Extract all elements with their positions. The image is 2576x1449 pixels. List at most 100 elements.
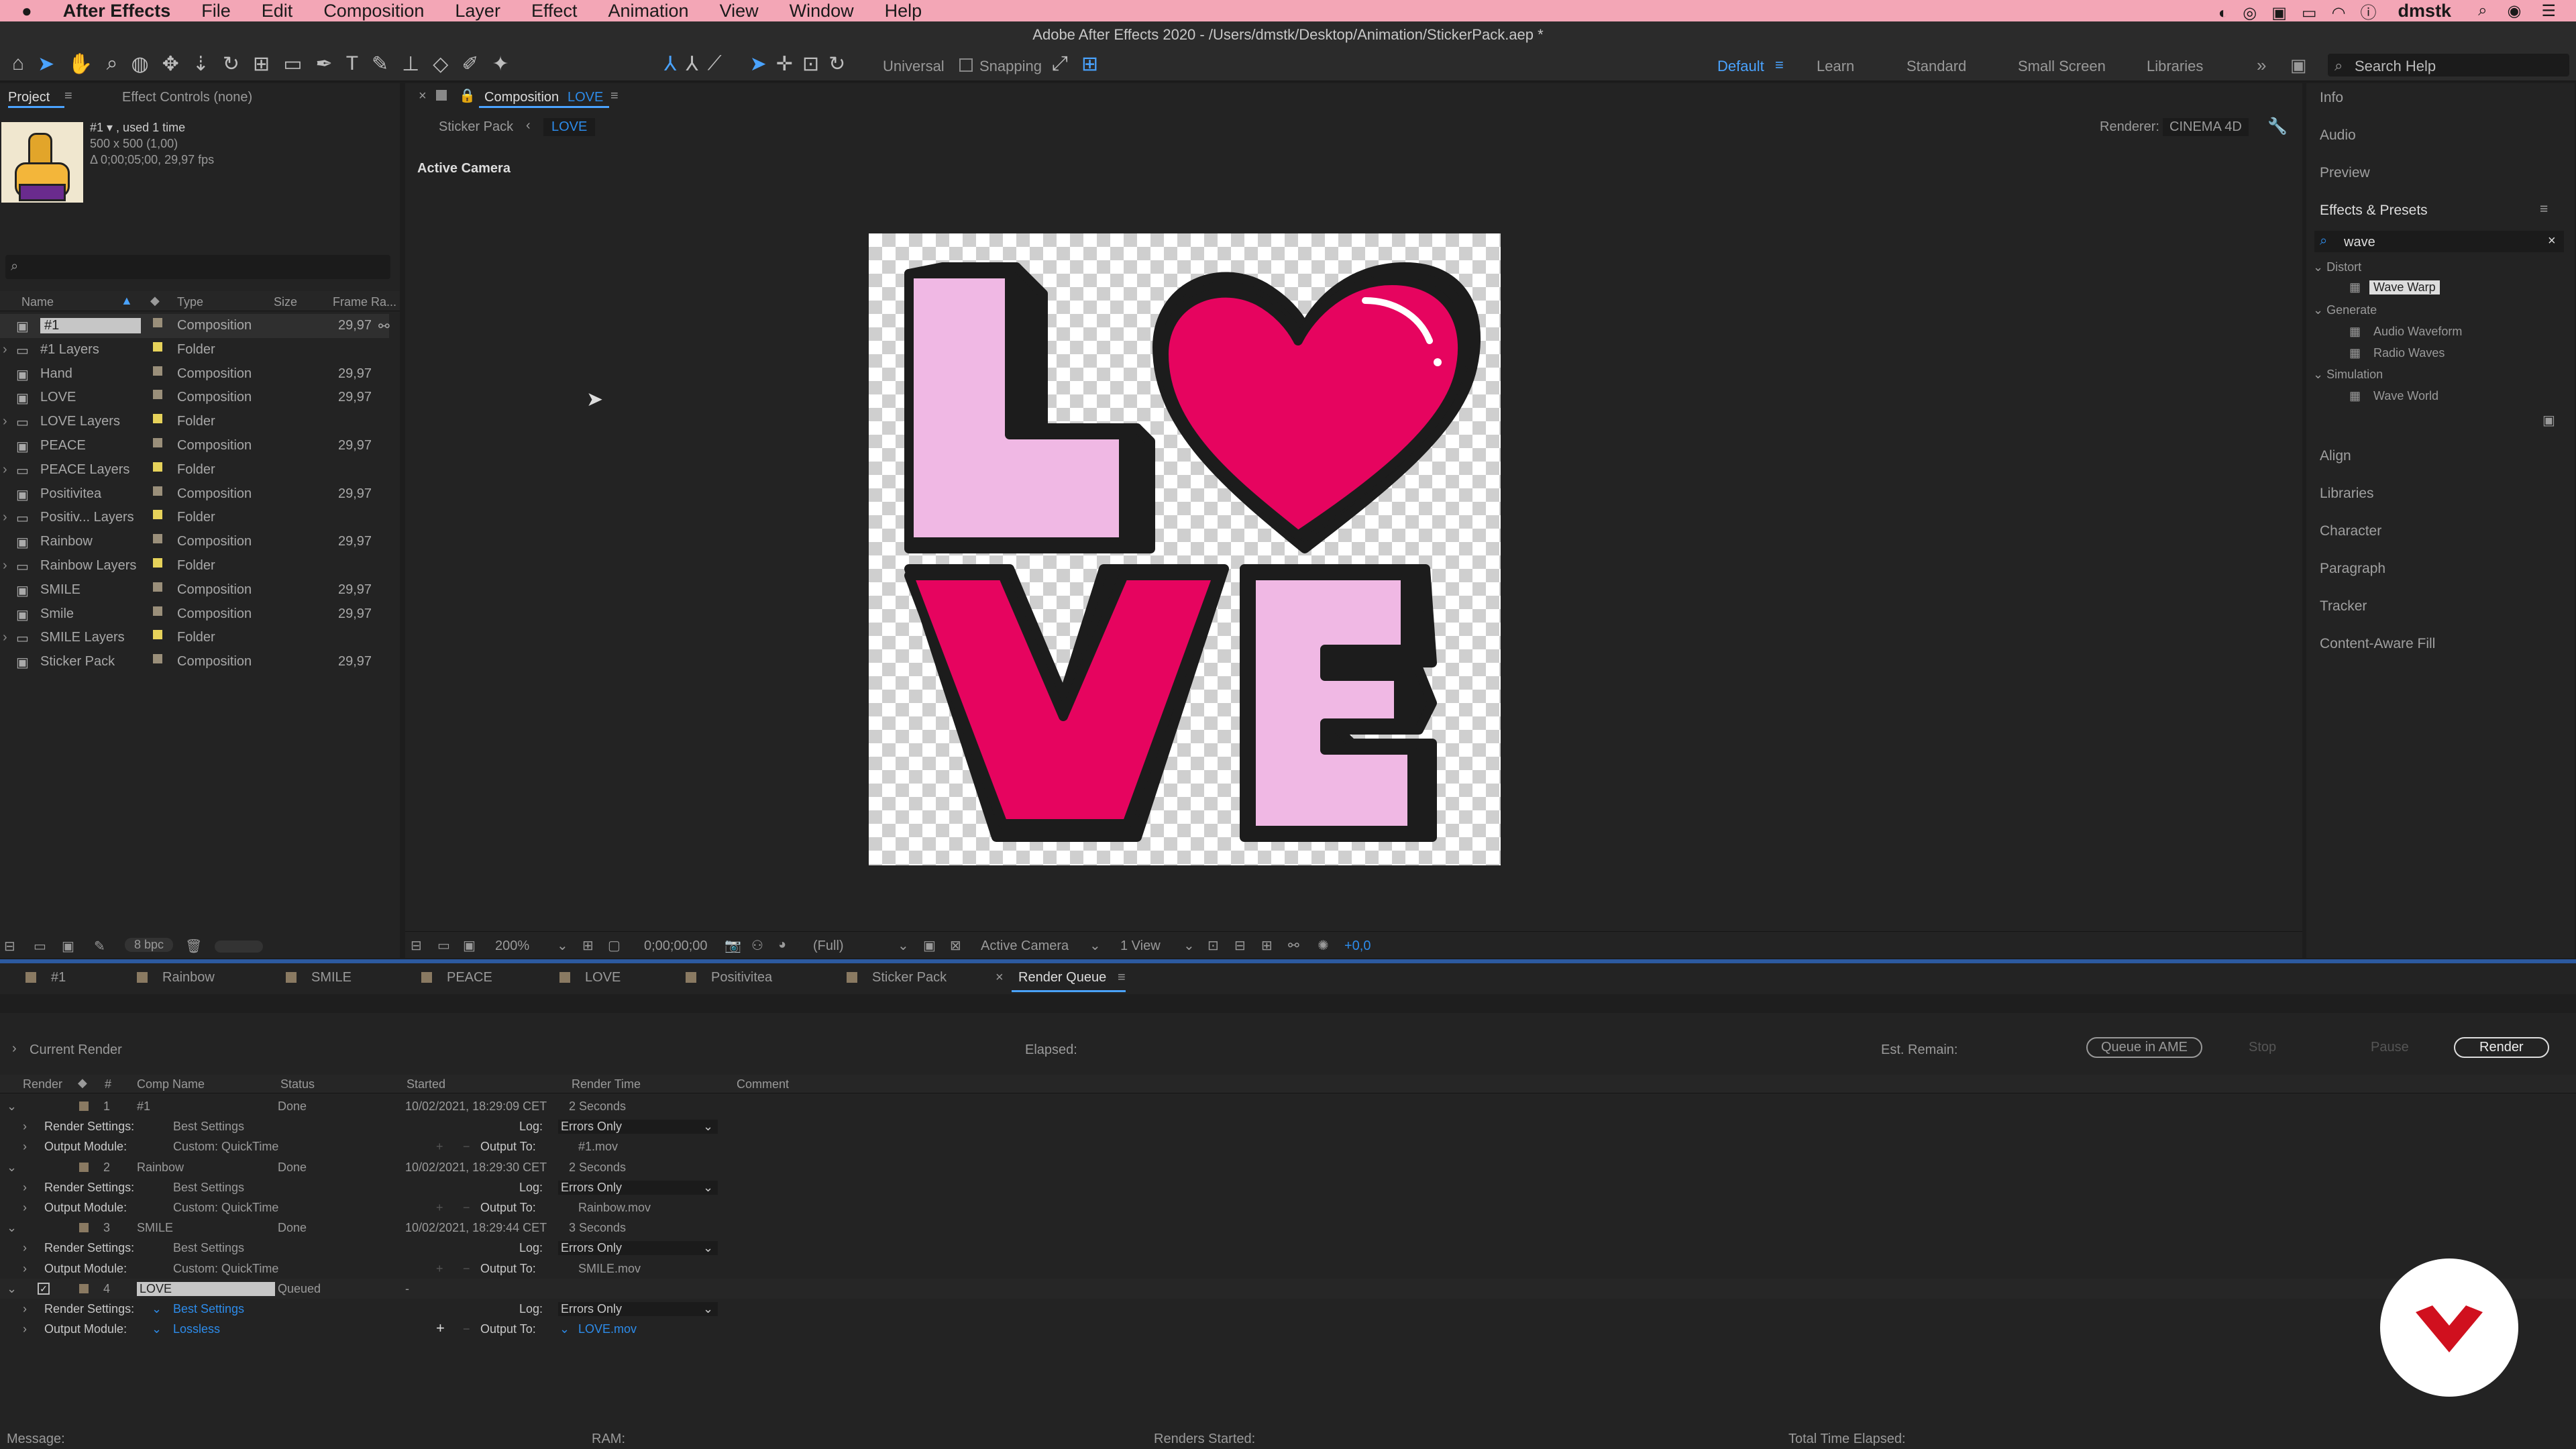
dolly-camera-icon[interactable]: ⇣ — [193, 52, 209, 76]
tab-smile[interactable]: SMILE — [311, 970, 352, 985]
pen-tool-icon[interactable]: ✒ — [316, 52, 333, 76]
chevron-right-icon[interactable]: › — [3, 510, 7, 525]
exposure-value[interactable]: +0,0 — [1344, 938, 1371, 954]
panel-paragraph[interactable]: Paragraph — [2320, 561, 2385, 577]
add-output-icon[interactable]: + — [436, 1320, 445, 1337]
timeline-icon[interactable]: ⊞ — [1261, 937, 1273, 954]
project-row[interactable]: › ▭ Rainbow Layers Folder — [0, 554, 389, 578]
panel-preview[interactable]: Preview — [2320, 165, 2370, 181]
tab-love[interactable]: LOVE — [585, 970, 621, 985]
project-row[interactable]: ▣ Rainbow Composition 29,97 — [0, 530, 389, 554]
label-swatch[interactable] — [79, 1162, 89, 1172]
expand-chevron-icon[interactable]: › — [23, 1302, 27, 1316]
pan-camera-icon[interactable]: ✥ — [162, 52, 179, 76]
flowchart-icon[interactable]: ⚯ — [378, 318, 390, 335]
snap-options-icon[interactable]: ⤢ — [1052, 52, 1068, 75]
siri-icon[interactable]: ◉ — [2508, 1, 2522, 21]
tab-render-queue[interactable]: Render Queue — [1018, 970, 1106, 985]
view-axis-icon[interactable]: ⟋ — [708, 52, 722, 76]
label-swatch[interactable] — [153, 654, 162, 664]
region-icon[interactable]: ▢ — [608, 937, 621, 954]
label-column-icon[interactable]: ◆ — [78, 1076, 87, 1090]
chevron-down-icon[interactable]: ⌄ — [703, 1181, 713, 1195]
more-workspaces-icon[interactable]: » — [2257, 55, 2266, 76]
menu-help[interactable]: Help — [885, 1, 922, 21]
new-composition-icon[interactable]: ▣ — [62, 938, 74, 955]
menu-layer[interactable]: Layer — [455, 1, 500, 21]
home-icon[interactable]: ⌂ — [12, 52, 24, 76]
output-module-value[interactable]: Lossless — [173, 1322, 220, 1336]
breadcrumb-sticker-pack[interactable]: Sticker Pack — [439, 119, 513, 135]
eraser-tool-icon[interactable]: ◇ — [433, 52, 448, 76]
world-axis-icon[interactable]: ⅄ — [686, 52, 698, 76]
log-dropdown[interactable]: Errors Only — [558, 1241, 718, 1256]
panel-info[interactable]: Info — [2320, 90, 2343, 106]
project-search-input[interactable]: ⌕ — [5, 255, 390, 279]
workspace-standard[interactable]: Standard — [1907, 58, 1966, 75]
chevron-right-icon[interactable]: › — [3, 414, 7, 429]
col-comp-name[interactable]: Comp Name — [137, 1077, 205, 1091]
project-row[interactable]: › ▭ SMILE Layers Folder — [0, 626, 389, 650]
anchor-tool-icon[interactable]: ⊞ — [253, 52, 270, 76]
menu-window[interactable]: Window — [790, 1, 854, 21]
resolution-dropdown[interactable]: (Full) — [813, 938, 844, 954]
label-column-icon[interactable]: ◆ — [150, 294, 160, 308]
workspace-panel-icon[interactable]: ▣ — [2290, 55, 2307, 76]
orbit-camera-icon[interactable]: ◍ — [131, 52, 148, 76]
remove-output-icon[interactable]: − — [463, 1140, 470, 1154]
chevron-right-icon[interactable]: › — [3, 462, 7, 478]
add-output-icon[interactable]: + — [436, 1262, 443, 1276]
effects-search-input[interactable]: wave — [2344, 235, 2375, 250]
label-swatch[interactable] — [153, 366, 162, 376]
tab-rainbow[interactable]: Rainbow — [162, 970, 215, 985]
tab--1[interactable]: #1 — [51, 970, 66, 985]
hand-tool-icon[interactable]: ✋ — [68, 52, 93, 76]
renderer-options-icon[interactable]: 🔧 — [2267, 117, 2288, 136]
comp-menu-icon[interactable]: ≡ — [610, 89, 619, 104]
snapshot-icon[interactable]: 📷 — [724, 937, 741, 954]
output-module-value[interactable]: Custom: QuickTime — [173, 1140, 278, 1154]
project-row[interactable]: ▣ Smile Composition 29,97 — [0, 602, 389, 627]
render-settings-value[interactable]: Best Settings — [173, 1120, 244, 1134]
local-axis-icon[interactable]: ⅄ — [664, 52, 676, 76]
new-folder-icon[interactable]: ▭ — [34, 938, 46, 955]
apple-icon[interactable]: ● — [21, 1, 32, 21]
chevron-down-icon[interactable]: ⌄ — [1089, 937, 1101, 954]
chevron-right-icon[interactable]: › — [3, 630, 7, 645]
scale-mode-icon[interactable]: ⊡ — [802, 52, 819, 76]
output-module-value[interactable]: Custom: QuickTime — [173, 1201, 278, 1215]
col-number[interactable]: # — [105, 1077, 111, 1091]
add-output-icon[interactable]: + — [436, 1140, 443, 1154]
search-help-input[interactable]: Search Help — [2355, 58, 2436, 75]
menu-animation[interactable]: Animation — [608, 1, 688, 21]
project-row[interactable]: ▣ SMILE Composition 29,97 — [0, 578, 389, 602]
workspace-menu-icon[interactable]: ≡ — [1775, 56, 1784, 74]
views-dropdown[interactable]: 1 View — [1120, 938, 1161, 954]
rectangle-tool-icon[interactable]: ▭ — [283, 52, 302, 76]
status-icons[interactable]: ◐◎▣▭◠ⓘ — [2218, 0, 2392, 23]
collapse-chevron-icon[interactable]: ⌄ — [7, 1161, 17, 1175]
label-swatch[interactable] — [153, 390, 162, 400]
effect-wave-world[interactable]: Wave World — [2373, 389, 2438, 403]
trash-icon[interactable]: 🗑 — [185, 938, 202, 955]
rotate-mode-icon[interactable]: ↻ — [828, 52, 845, 76]
project-row[interactable]: › ▭ #1 Layers Folder — [0, 338, 389, 362]
stop-button[interactable]: Stop — [2249, 1040, 2276, 1055]
col-render-time[interactable]: Render Time — [572, 1077, 641, 1091]
menu-effect[interactable]: Effect — [531, 1, 578, 21]
label-swatch[interactable] — [153, 438, 162, 447]
remove-output-icon[interactable]: − — [463, 1262, 470, 1276]
col-framerate[interactable]: Frame Ra... — [333, 295, 396, 309]
col-name[interactable]: Name — [21, 295, 54, 309]
brush-tool-icon[interactable]: ✎ — [372, 52, 388, 76]
output-file[interactable]: #1.mov — [578, 1140, 618, 1154]
tab-positivitea[interactable]: Positivitea — [711, 970, 772, 985]
timecode[interactable]: 0;00;00;00 — [644, 938, 708, 954]
renderer-value[interactable]: CINEMA 4D — [2163, 118, 2249, 136]
effects-menu-icon[interactable]: ≡ — [2540, 201, 2548, 217]
exposure-icon[interactable]: ✺ — [1318, 937, 1329, 954]
menu-user[interactable]: dmstk — [2398, 1, 2452, 21]
project-row[interactable]: ▣ Positivitea Composition 29,97 — [0, 482, 389, 506]
project-row[interactable]: ▣ Sticker Pack Composition 29,97 — [0, 650, 389, 674]
render-item-row[interactable]: ⌄ 3 SMILE Done 10/02/2021, 18:29:44 CET 3 Sec… — [0, 1218, 2576, 1238]
